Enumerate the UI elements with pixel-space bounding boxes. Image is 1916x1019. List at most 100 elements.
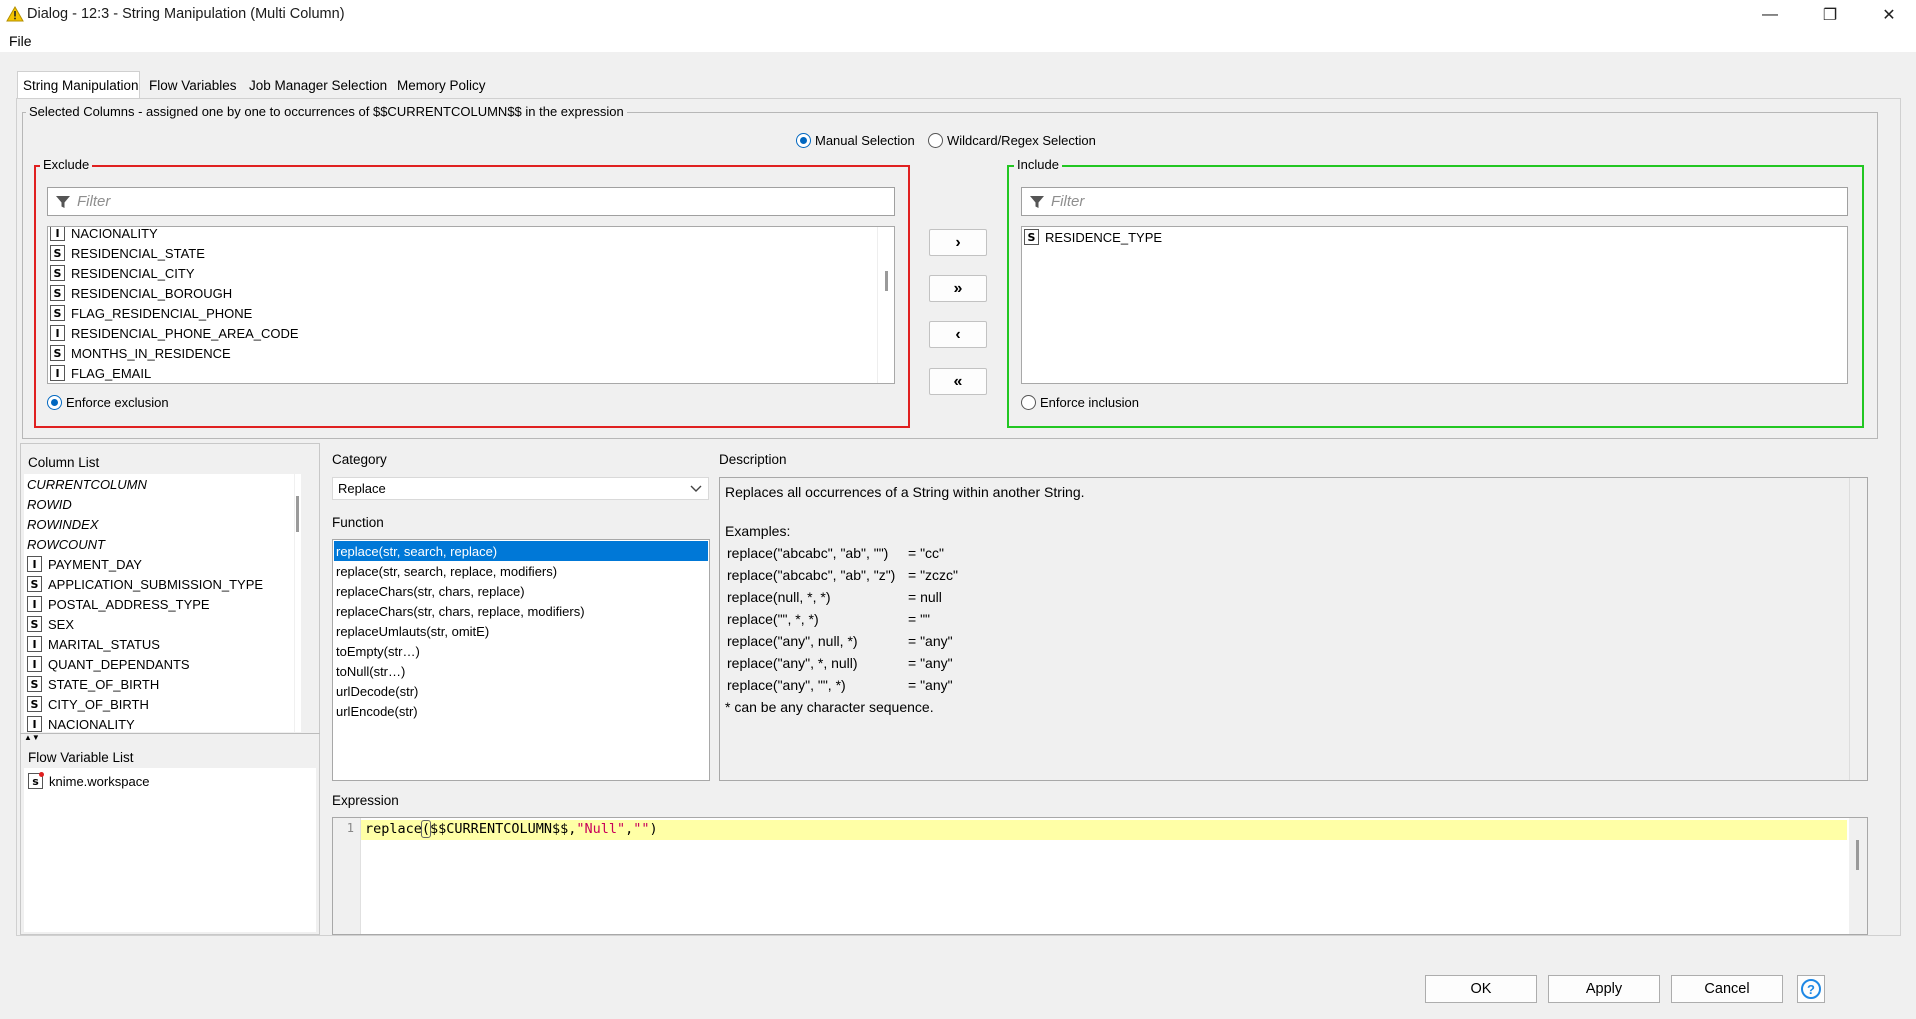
example-result: = "cc": [908, 545, 945, 561]
example-result: = "zczc": [908, 567, 959, 583]
string-type-icon: S: [27, 576, 42, 592]
list-item[interactable]: I FLAG_EMAIL: [50, 363, 870, 383]
category-select[interactable]: Replace: [332, 477, 709, 500]
enforce-inclusion-radio[interactable]: Enforce inclusion: [1021, 395, 1139, 410]
list-item[interactable]: S RESIDENCIAL_BOROUGH: [50, 283, 870, 303]
window-title: Dialog - 12:3 - String Manipulation (Mul…: [27, 6, 345, 22]
radio-indicator: [928, 133, 943, 148]
enforce-inclusion-label: Enforce inclusion: [1040, 395, 1139, 410]
list-item[interactable]: I NACIONALITY: [50, 227, 870, 243]
tab-job-manager-selection[interactable]: Job Manager Selection: [244, 73, 392, 97]
list-item[interactable]: I NACIONALITY: [27, 714, 263, 732]
string-type-icon: S: [50, 265, 65, 281]
column-name: MONTHS_IN_RESIDENCE: [71, 345, 231, 361]
example-code: replace(null, *, *): [727, 589, 831, 605]
function-item[interactable]: replace(str, search, replace, modifiers): [334, 561, 708, 581]
list-item[interactable]: S APPLICATION_SUBMISSION_TYPE: [27, 574, 263, 594]
special-column-item[interactable]: ROWINDEX: [27, 514, 147, 534]
tab-memory-policy[interactable]: Memory Policy: [392, 73, 491, 97]
function-item[interactable]: urlDecode(str): [334, 681, 708, 701]
function-list[interactable]: replace(str, search, replace) replace(str…: [332, 539, 710, 781]
menu-bar: [0, 30, 1916, 52]
string-type-icon: S: [50, 245, 65, 261]
cancel-button[interactable]: Cancel: [1671, 975, 1783, 1003]
add-button[interactable]: ›: [929, 229, 987, 256]
example-code: replace("abcabc", "ab", "z"): [727, 567, 896, 583]
list-item[interactable]: S RESIDENCIAL_CITY: [50, 263, 870, 283]
list-item[interactable]: I PAYMENT_DAY: [27, 554, 263, 574]
close-button[interactable]: ✕: [1866, 0, 1912, 30]
flow-variable-list[interactable]: s knime.workspace: [24, 768, 316, 932]
remove-all-button[interactable]: «: [929, 368, 987, 395]
list-item[interactable]: S STATE_OF_BIRTH: [27, 674, 263, 694]
include-filter-input[interactable]: Filter: [1021, 187, 1848, 216]
list-item[interactable]: S MONTHS_IN_RESIDENCE: [50, 343, 870, 363]
list-item[interactable]: S RESIDENCE_TYPE: [1024, 227, 1824, 247]
line-number: 1: [346, 821, 354, 835]
exclude-filter-input[interactable]: Filter: [47, 187, 895, 216]
list-item[interactable]: I RESIDENCIAL_PHONE_AREA_CODE: [50, 323, 870, 343]
expression-code[interactable]: replace($$CURRENTCOLUMN$$,"Null",""): [365, 820, 658, 838]
ok-button[interactable]: OK: [1425, 975, 1537, 1003]
string-type-icon: S: [27, 676, 42, 692]
list-item[interactable]: S FLAG_RESIDENCIAL_PHONE: [50, 303, 870, 323]
column-list-scroll-thumb[interactable]: [296, 496, 299, 532]
column-name: RESIDENCIAL_BOROUGH: [71, 285, 233, 301]
example-code: replace("any", *, null): [727, 655, 858, 671]
function-item[interactable]: toNull(str…): [334, 661, 708, 681]
exclude-scrollbar[interactable]: [877, 227, 894, 383]
flow-variable-item[interactable]: s knime.workspace: [28, 771, 149, 791]
column-list-scrollbar[interactable]: [295, 474, 301, 732]
enforce-exclusion-radio[interactable]: Enforce exclusion: [47, 395, 169, 410]
expression-scrollbar[interactable]: [1849, 818, 1867, 934]
apply-button[interactable]: Apply: [1548, 975, 1660, 1003]
exclude-rows: I NACIONALITY S RESIDENCIAL_STATE S RESIDENCI…: [50, 227, 870, 383]
column-name: RESIDENCIAL_STATE: [71, 245, 205, 261]
list-item[interactable]: I POSTAL_ADDRESS_TYPE: [27, 594, 263, 614]
column-name: PAYMENT_DAY: [48, 556, 142, 572]
function-item[interactable]: replaceChars(str, chars, replace): [334, 581, 708, 601]
list-item[interactable]: S RESIDENCIAL_STATE: [50, 243, 870, 263]
expression-scroll-thumb[interactable]: [1856, 840, 1859, 870]
function-item[interactable]: toEmpty(str…): [334, 641, 708, 661]
radio-indicator: [47, 395, 62, 410]
description-scrollbar[interactable]: [1849, 478, 1867, 780]
integer-type-icon: I: [27, 636, 42, 652]
function-item[interactable]: replaceUmlauts(str, omitE): [334, 621, 708, 641]
special-column-item[interactable]: CURRENTCOLUMN: [27, 474, 147, 494]
description-intro: Replaces all occurrences of a String wit…: [725, 484, 1085, 500]
column-name: QUANT_DEPENDANTS: [48, 656, 190, 672]
exclude-scroll-thumb[interactable]: [885, 271, 888, 291]
wildcard-selection-radio[interactable]: Wildcard/Regex Selection: [928, 133, 1096, 148]
list-item[interactable]: S CITY_OF_BIRTH: [27, 694, 263, 714]
list-item[interactable]: S SEX: [27, 614, 263, 634]
radio-indicator: [1021, 395, 1036, 410]
include-list[interactable]: S RESIDENCE_TYPE: [1021, 226, 1848, 384]
function-item[interactable]: replace(str, search, replace): [334, 541, 708, 561]
tab-flow-variables[interactable]: Flow Variables: [144, 73, 242, 97]
exclude-legend: Exclude: [40, 157, 93, 172]
splitter-handle[interactable]: ▲▼: [20, 733, 320, 742]
column-name: FLAG_EMAIL: [71, 365, 152, 381]
column-name: RESIDENCE_TYPE: [1045, 229, 1163, 245]
manual-selection-radio[interactable]: Manual Selection: [796, 133, 915, 148]
category-label: Category: [332, 452, 387, 467]
column-list[interactable]: CURRENTCOLUMN ROWID ROWINDEX ROWCOUNT I PAYM…: [24, 474, 294, 732]
add-all-button[interactable]: »: [929, 275, 987, 302]
function-item[interactable]: replaceChars(str, chars, replace, modifi…: [334, 601, 708, 621]
enforce-exclusion-label: Enforce exclusion: [66, 395, 169, 410]
minimize-button[interactable]: —: [1747, 0, 1793, 30]
filter-icon: [56, 196, 70, 208]
menu-file[interactable]: File: [9, 33, 32, 49]
special-column-item[interactable]: ROWID: [27, 494, 147, 514]
remove-button[interactable]: ‹: [929, 321, 987, 348]
help-button[interactable]: ?: [1797, 975, 1825, 1003]
function-item[interactable]: urlEncode(str): [334, 701, 708, 721]
tab-string-manipulation[interactable]: String Manipulation: [17, 71, 140, 99]
list-item[interactable]: I QUANT_DEPENDANTS: [27, 654, 263, 674]
maximize-button[interactable]: ❐: [1807, 0, 1853, 30]
expression-editor[interactable]: 1 replace($$CURRENTCOLUMN$$,"Null",""): [332, 817, 1868, 935]
special-column-item[interactable]: ROWCOUNT: [27, 534, 147, 554]
exclude-list[interactable]: I NACIONALITY S RESIDENCIAL_STATE S RESIDENCI…: [47, 226, 895, 384]
list-item[interactable]: I MARITAL_STATUS: [27, 634, 263, 654]
